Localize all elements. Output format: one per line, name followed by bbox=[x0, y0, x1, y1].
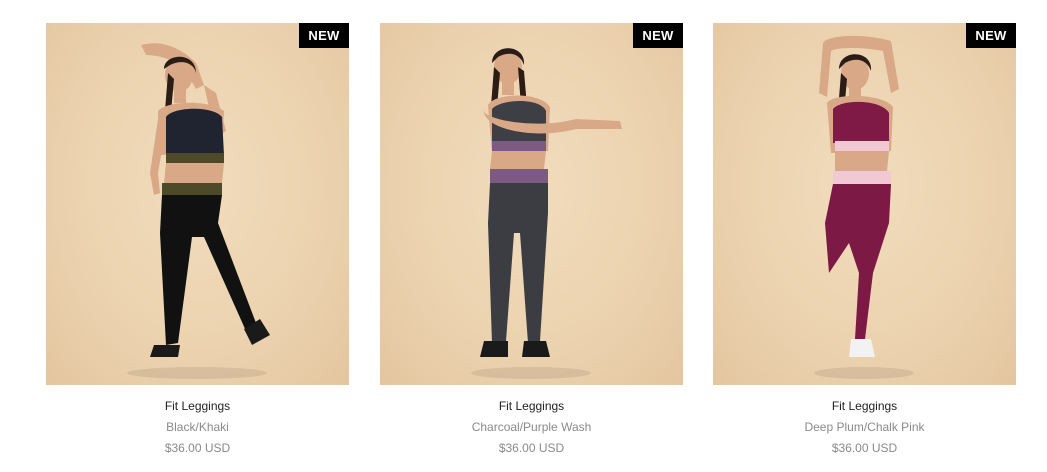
product-card[interactable]: NEW Fit Leggings Charcoal/Purple Wash $3… bbox=[380, 23, 683, 457]
new-badge: NEW bbox=[299, 23, 349, 48]
product-variant: Deep Plum/Chalk Pink bbox=[804, 420, 925, 434]
product-card[interactable]: NEW Fit Leggings Deep Plum/Chalk Pink $3… bbox=[713, 23, 1016, 457]
product-name[interactable]: Fit Leggings bbox=[380, 397, 683, 415]
new-badge: NEW bbox=[966, 23, 1016, 48]
product-info: Fit Leggings Deep Plum/Chalk Pink $36.00… bbox=[713, 397, 1016, 457]
product-image[interactable]: NEW bbox=[713, 23, 1016, 385]
product-image[interactable]: NEW bbox=[380, 23, 683, 385]
model-figure-image bbox=[127, 43, 270, 379]
product-variant: Black/Khaki bbox=[166, 420, 229, 434]
product-price: $36.00 USD bbox=[498, 441, 565, 455]
product-price: $36.00 USD bbox=[164, 441, 231, 455]
product-card[interactable]: NEW Fit Leggings Black/Khaki $36.00 USD bbox=[46, 23, 349, 457]
product-price: $36.00 USD bbox=[831, 441, 898, 455]
model-figure-image bbox=[471, 48, 622, 379]
product-name[interactable]: Fit Leggings bbox=[713, 397, 1016, 415]
product-grid: NEW Fit Leggings Black/Khaki $36.00 USD … bbox=[0, 0, 1047, 472]
product-info: Fit Leggings Black/Khaki $36.00 USD bbox=[46, 397, 349, 457]
model-figure-image bbox=[814, 35, 914, 379]
new-badge: NEW bbox=[633, 23, 683, 48]
product-image[interactable]: NEW bbox=[46, 23, 349, 385]
product-info: Fit Leggings Charcoal/Purple Wash $36.00… bbox=[380, 397, 683, 457]
product-variant: Charcoal/Purple Wash bbox=[471, 420, 592, 434]
product-name[interactable]: Fit Leggings bbox=[46, 397, 349, 415]
